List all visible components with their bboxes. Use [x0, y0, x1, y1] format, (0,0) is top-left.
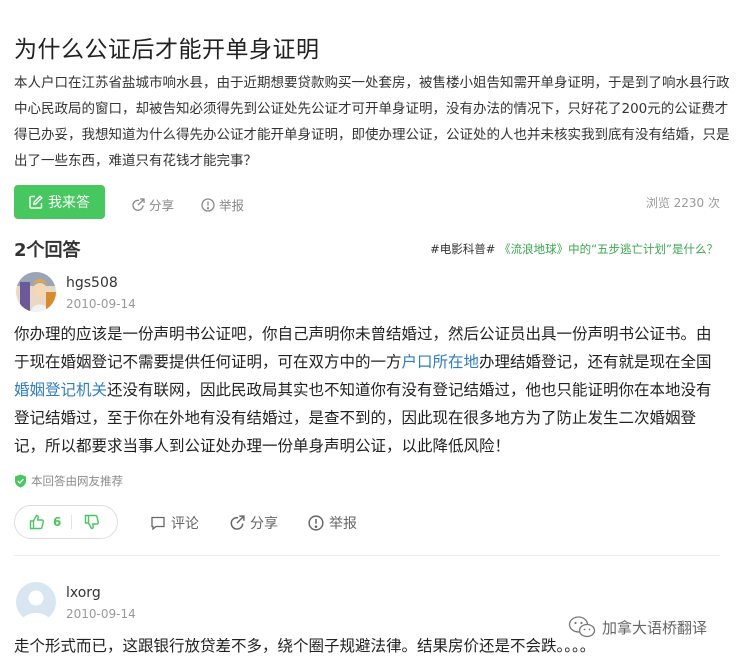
report-icon: [201, 197, 215, 212]
wechat-icon: [568, 616, 596, 638]
like-button[interactable]: 6: [15, 514, 61, 530]
question-description: 本人户口在江苏省盐城市响水县，由于近期想要贷款购买一处套房，被售楼小姐告知需开单…: [14, 75, 730, 169]
comment-button[interactable]: 评论: [150, 513, 199, 533]
question-share-button[interactable]: 分享: [131, 195, 174, 214]
answer-share-label: 分享: [250, 516, 278, 532]
share-icon: [132, 197, 145, 211]
like-count: 6: [53, 515, 62, 529]
link-marriage-registry[interactable]: 婚姻登记机关: [14, 381, 107, 399]
answers-count: 2个回答: [14, 240, 81, 261]
recommended-label: 本回答由网友推荐: [31, 474, 123, 488]
topic-tag: #电影科普#: [430, 242, 496, 256]
answer-button-label: 我来答: [48, 195, 90, 211]
share-icon: [230, 515, 245, 530]
answer-date: 2010-09-14: [66, 297, 136, 311]
report-icon: [308, 515, 324, 531]
answer-username[interactable]: hgs508: [66, 275, 118, 291]
answer-username[interactable]: lxorg: [66, 585, 101, 601]
shield-icon: [15, 474, 26, 488]
answer-text: 你办理的应该是一份声明书公证吧，你自己声明你未曾结婚过，然后公证员出具一份声明书…: [14, 325, 712, 455]
answer-share-button[interactable]: 分享: [229, 513, 278, 533]
view-count: 浏览 2230 次: [645, 196, 720, 210]
vote-box: 6: [14, 505, 118, 539]
answer-text: 走个形式而已，这跟银行放贷差不多，绕个圈子规避法律。结果房价还是不会跌。。。。: [14, 637, 596, 655]
topic-link[interactable]: #电影科普# 《流浪地球》中的“五步逃亡计划”是什么？: [430, 241, 718, 257]
watermark: 加拿大语桥翻译: [568, 615, 707, 639]
answer-report-label: 举报: [329, 516, 357, 532]
topic-title: 《流浪地球》中的“五步逃亡计划”是什么？: [499, 242, 718, 256]
comment-icon: [151, 516, 165, 531]
comment-label: 评论: [171, 516, 199, 532]
link-hukou[interactable]: 户口所在地: [402, 353, 480, 371]
avatar[interactable]: [16, 582, 56, 622]
thumbs-down-icon: [85, 514, 100, 530]
recommended-note: 本回答由网友推荐: [14, 473, 123, 489]
answer-date: 2010-09-14: [66, 607, 136, 621]
thumbs-up-icon: [29, 514, 45, 530]
edit-icon: [29, 195, 43, 209]
avatar[interactable]: [16, 272, 56, 312]
answer-report-button[interactable]: 举报: [308, 513, 357, 533]
divider: [14, 555, 720, 556]
question-title: 为什么公证后才能开单身证明: [14, 37, 320, 63]
question-report-label: 举报: [219, 198, 245, 213]
question-report-button[interactable]: 举报: [201, 195, 244, 214]
watermark-text: 加拿大语桥翻译: [602, 618, 708, 637]
answer-button[interactable]: 我来答: [14, 185, 105, 219]
question-share-label: 分享: [149, 198, 175, 213]
dislike-button[interactable]: [72, 514, 100, 530]
